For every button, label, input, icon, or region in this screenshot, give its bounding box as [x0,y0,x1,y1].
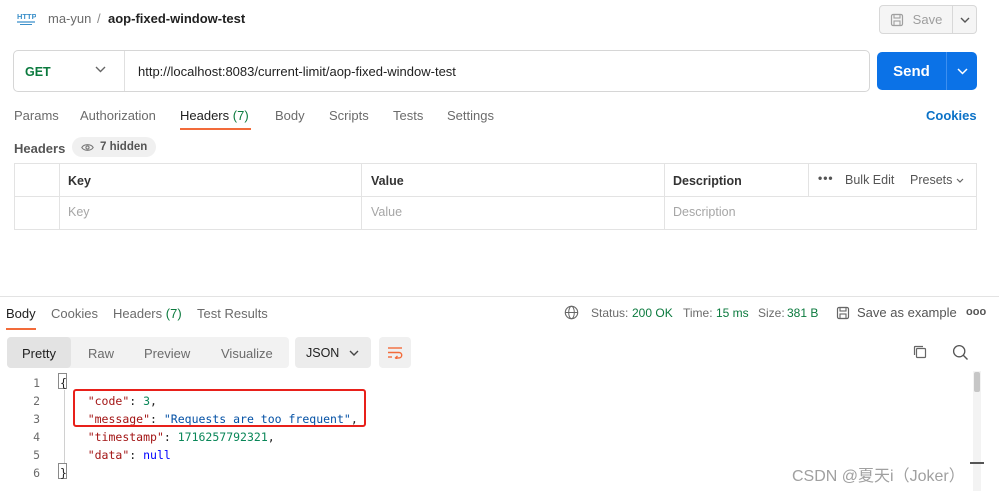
view-raw[interactable]: Raw [88,346,114,361]
breadcrumb-workspace[interactable]: ma-yun [48,11,91,26]
presets-dropdown[interactable]: Presets [910,173,964,187]
tab-settings[interactable]: Settings [447,108,494,123]
scrollbar-thumb[interactable] [974,372,980,392]
breadcrumb-separator: / [97,11,101,26]
size-value[interactable]: 381 B [787,306,818,320]
more-icon[interactable]: ••• [818,171,834,185]
response-tab-body[interactable]: Body [6,306,36,321]
tab-body[interactable]: Body [275,108,305,123]
table-divider [808,163,809,196]
copy-icon[interactable] [912,344,928,360]
wrap-lines-button[interactable] [379,337,411,368]
view-visualize[interactable]: Visualize [221,346,273,361]
save-label: Save [912,12,943,27]
line-number: 3 [33,412,40,426]
line-number: 2 [33,394,40,408]
json-close-brace: } [60,466,67,480]
method-select[interactable]: GET [25,65,51,79]
tab-scripts[interactable]: Scripts [329,108,369,123]
response-tab-headers-count: (7) [165,306,182,321]
time-value[interactable]: 15 ms [716,306,749,320]
key-input[interactable]: Key [68,205,90,219]
view-pretty[interactable]: Pretty [22,346,56,361]
chevron-down-icon [349,350,359,356]
headers-section-label: Headers [14,141,66,156]
save-options-button[interactable] [953,5,977,34]
time-label: Time: [683,306,713,320]
wrap-icon [388,347,403,359]
save-icon [890,13,903,26]
chevron-down-icon [956,178,964,183]
code-line[interactable]: "data": null [60,448,171,462]
response-tab-headers[interactable]: Headers (7) [113,306,182,321]
description-input[interactable]: Description [673,205,736,219]
size-label: Size: [758,306,785,320]
table-divider [361,163,362,230]
save-as-example-button[interactable]: Save as example [836,305,957,320]
url-input[interactable]: http://localhost:8083/current-limit/aop-… [138,64,456,79]
table-divider [664,163,665,230]
line-number: 1 [33,376,40,390]
table-divider [14,196,977,197]
column-header-key: Key [68,174,91,188]
code-line[interactable]: { [60,376,67,390]
send-button[interactable]: Send [877,52,946,90]
http-icon: HTTP [17,12,36,25]
json-open-brace: { [60,376,67,390]
tab-headers-label: Headers [180,108,230,123]
tab-params[interactable]: Params [14,108,59,123]
chevron-down-icon [956,67,968,75]
request-name[interactable]: aop-fixed-window-test [108,11,245,26]
response-divider [0,296,999,297]
table-divider [59,163,60,230]
json-value: null [143,448,171,462]
json-value: 1716257792321 [177,430,268,444]
tab-headers-count: (7) [232,108,249,123]
presets-label: Presets [910,173,953,187]
tab-authorization[interactable]: Authorization [80,108,156,123]
divider [124,51,125,91]
value-input[interactable]: Value [371,205,402,219]
watermark: CSDN @夏天i（Joker） [792,468,965,485]
save-as-example-label: Save as example [857,305,957,320]
response-tab-cookies[interactable]: Cookies [51,306,98,321]
tab-tests[interactable]: Tests [393,108,423,123]
column-header-description: Description [673,174,742,188]
save-button[interactable]: Save [879,5,953,34]
line-number: 6 [33,466,40,480]
globe-icon[interactable] [564,305,579,320]
chevron-down-icon [960,17,969,23]
view-preview[interactable]: Preview [144,346,190,361]
chevron-down-icon[interactable] [95,66,106,73]
scrollbar-end-marker [970,462,984,464]
bulk-edit-link[interactable]: Bulk Edit [845,173,894,187]
column-header-value: Value [371,174,404,188]
send-options-button[interactable] [946,52,977,90]
line-number: 5 [33,448,40,462]
format-select[interactable]: JSON [295,337,371,368]
eye-icon [81,143,94,151]
annotation-highlight-box [73,389,366,427]
response-tab-test-results[interactable]: Test Results [197,306,268,321]
more-icon[interactable]: ooo [966,306,986,318]
active-tab-indicator [180,128,251,130]
response-tab-headers-label: Headers [113,306,163,321]
search-icon[interactable] [952,344,969,361]
save-icon [836,306,850,319]
code-line[interactable]: "timestamp": 1716257792321, [60,430,275,444]
json-key: "timestamp" [87,430,164,444]
active-response-tab-indicator [6,328,36,330]
tab-headers[interactable]: Headers (7) [180,108,249,123]
format-select-label: JSON [306,345,340,360]
svg-text:HTTP: HTTP [17,12,36,21]
hidden-headers-label: 7 hidden [100,141,148,153]
cookies-link[interactable]: Cookies [926,108,977,123]
json-key: "data" [87,448,130,462]
hidden-headers-toggle[interactable]: 7 hidden [72,137,157,157]
code-line[interactable]: } [60,466,67,480]
status-label: Status: [591,306,629,320]
status-value[interactable]: 200 OK [632,306,673,320]
line-number: 4 [33,430,40,444]
